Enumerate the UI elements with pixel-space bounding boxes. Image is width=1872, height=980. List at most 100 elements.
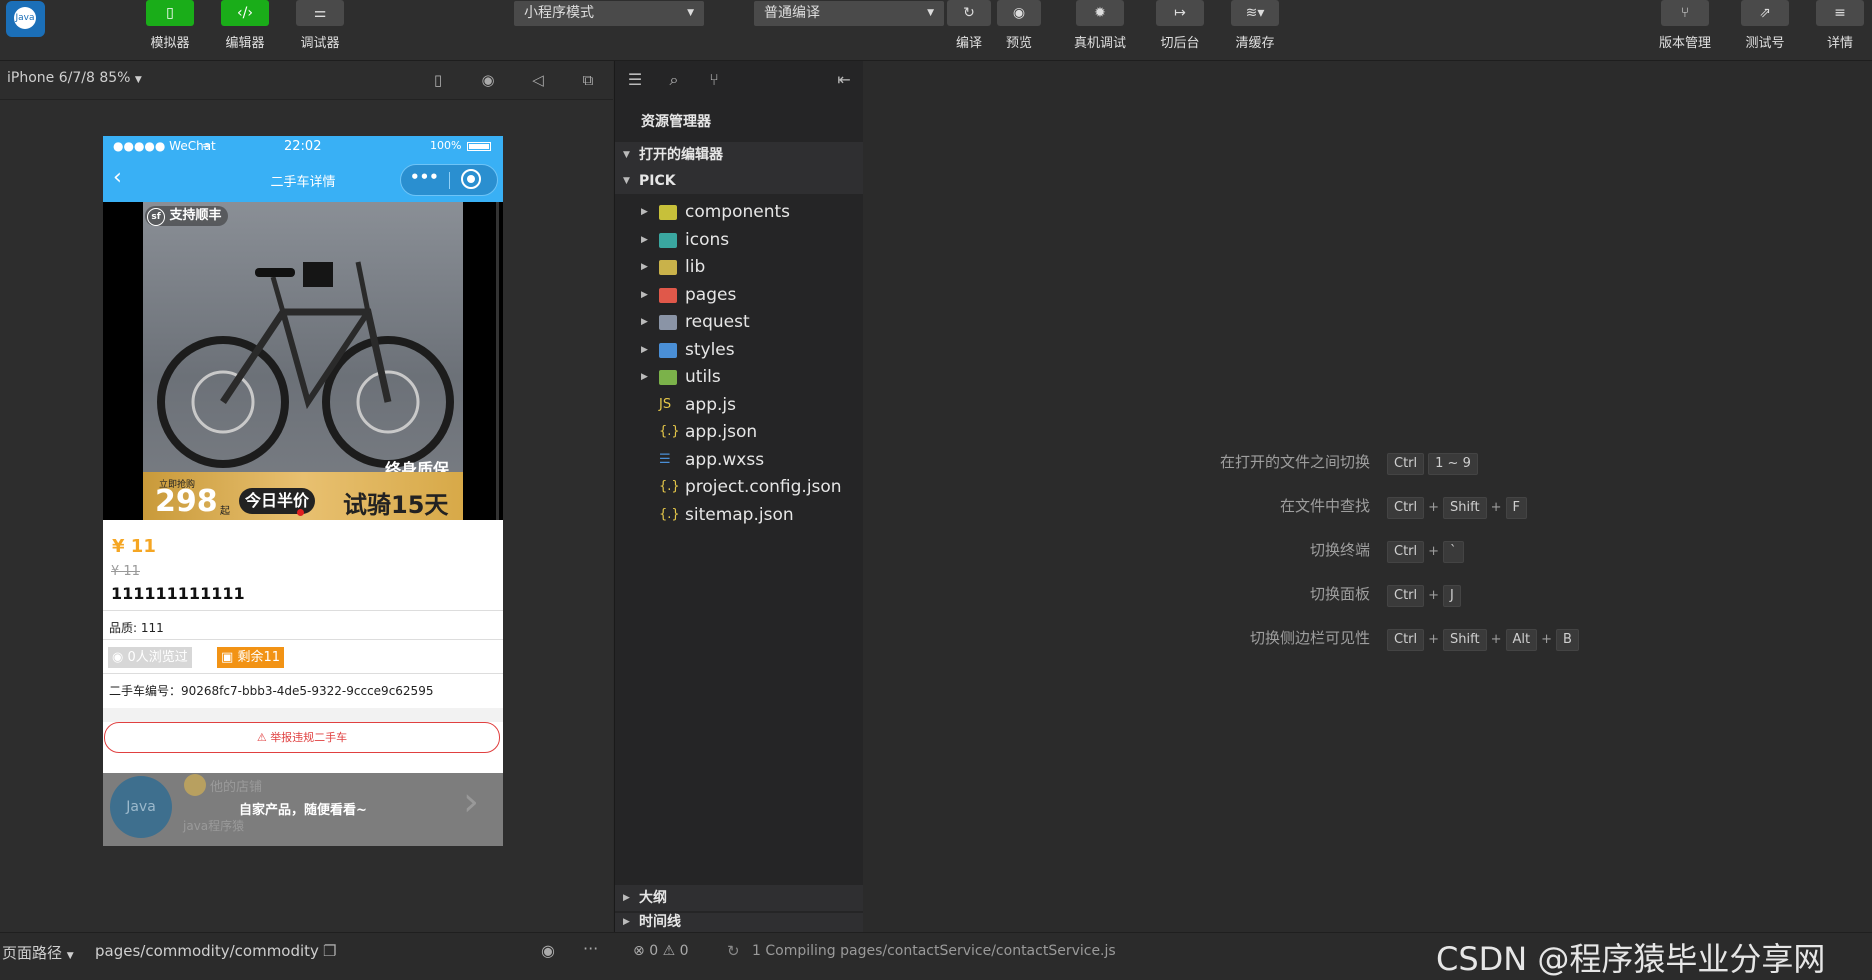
outline-section[interactable]: ▶ 大纲 bbox=[615, 885, 863, 911]
file-item[interactable]: JS app.js bbox=[615, 392, 863, 419]
page-path-select[interactable]: 页面路径 ▼ bbox=[2, 942, 74, 963]
error-count[interactable]: ⊗ 0 ⚠ 0 bbox=[633, 943, 689, 959]
shortcut-label: 在打开的文件之间切换 bbox=[1219, 453, 1370, 471]
key-cap: Shift bbox=[1443, 497, 1487, 519]
folder-item[interactable]: ▶ request bbox=[615, 309, 863, 336]
debugger-button[interactable]: ⚌ 调试器 bbox=[290, 0, 350, 60]
list-icon[interactable]: ☰ bbox=[624, 70, 646, 90]
test-account-button[interactable]: ⇗ 测试号 bbox=[1735, 0, 1795, 60]
folder-item[interactable]: ▶ pages bbox=[615, 282, 863, 309]
preview-button[interactable]: ◉ 预览 bbox=[990, 0, 1048, 60]
layers-icon: ≋▾ bbox=[1231, 0, 1279, 26]
project-label: PICK bbox=[639, 173, 676, 189]
version-button[interactable]: ⑂ 版本管理 bbox=[1650, 0, 1720, 60]
divider bbox=[103, 610, 503, 611]
sliders-icon: ⚌ bbox=[296, 0, 344, 26]
copy-icon[interactable]: ❐ bbox=[323, 942, 336, 960]
close-circle-icon[interactable] bbox=[461, 169, 481, 189]
key-cap: Ctrl bbox=[1387, 629, 1425, 651]
chevron-right-icon: ▶ bbox=[641, 234, 648, 245]
file-name: request bbox=[685, 312, 750, 332]
warning-count-value: 0 bbox=[679, 943, 689, 959]
file-item[interactable]: {.} app.json bbox=[615, 419, 863, 446]
page-path: pages/commodity/commodity bbox=[95, 942, 319, 960]
compile-select[interactable]: 普通编译 ▼ bbox=[754, 1, 944, 26]
chevron-right-icon: ▶ bbox=[641, 372, 648, 382]
details-button-label: 详情 bbox=[1826, 36, 1853, 51]
views-badge: ◉ 0人浏览过 bbox=[108, 647, 192, 668]
phone-outline-icon[interactable]: ▯ bbox=[428, 70, 448, 90]
warning-icon: ⚠ bbox=[256, 731, 267, 744]
shop-name: 他的店铺 bbox=[210, 780, 263, 795]
key-separator: + bbox=[1541, 632, 1553, 647]
key-separator: + bbox=[1490, 632, 1502, 647]
clear-cache-button[interactable]: ≋▾ 清缓存 bbox=[1225, 0, 1285, 60]
folder-item[interactable]: ▶ components bbox=[615, 199, 863, 226]
chevron-right-icon: ▶ bbox=[623, 917, 630, 927]
shortcut-hint: 在打开的文件之间切换 Ctrl 1 ~ 9 bbox=[0, 451, 1872, 475]
search-icon[interactable]: ⌕ bbox=[663, 70, 685, 90]
shortcut-hint: 切换侧边栏可见性 Ctrl + Shift + Alt + B bbox=[0, 627, 1872, 651]
folder-item[interactable]: ▶ icons bbox=[615, 227, 863, 254]
folder-icon bbox=[659, 260, 677, 275]
capsule-button[interactable]: ••• bbox=[400, 164, 498, 196]
code-icon: ‹/› bbox=[221, 0, 269, 26]
key-cap: Ctrl bbox=[1387, 453, 1425, 475]
file-name: app.json bbox=[685, 422, 758, 442]
error-icon: ⊗ bbox=[633, 943, 645, 959]
key-separator: + bbox=[1428, 632, 1440, 647]
folder-item[interactable]: ▶ styles bbox=[615, 337, 863, 364]
timeline-label: 时间线 bbox=[639, 914, 681, 930]
branch-icon[interactable]: ⑂ bbox=[703, 70, 725, 90]
folder-icon bbox=[659, 287, 677, 303]
open-editors-section[interactable]: ▼ 打开的编辑器 bbox=[615, 142, 863, 168]
key-separator: + bbox=[1490, 500, 1502, 515]
volume-icon[interactable]: ◁ bbox=[528, 70, 548, 90]
carrier-label: ●●●●● WeChat bbox=[113, 139, 216, 153]
popout-icon[interactable]: ⧉ bbox=[578, 70, 598, 90]
mode-select[interactable]: 小程序模式 ▼ bbox=[514, 1, 704, 26]
file-name: pages bbox=[685, 284, 737, 305]
top-toolbar: Java ▯ 模拟器 ‹/› 编辑器 ⚌ 调试器 小程序模式 ▼ 普通编译 ▼ … bbox=[0, 0, 1872, 61]
folder-icon bbox=[659, 342, 677, 358]
report-button[interactable]: ⚠ 举报违规二手车 bbox=[104, 722, 500, 753]
timeline-section[interactable]: ▶ 时间线 bbox=[615, 913, 863, 932]
switch-icon: ↦ bbox=[1156, 0, 1204, 26]
folder-item[interactable]: ▶ utils bbox=[615, 364, 863, 391]
background-button[interactable]: ↦ 切后台 bbox=[1150, 0, 1210, 60]
shortcut-label: 切换面板 bbox=[1309, 585, 1370, 603]
old-price: ¥ 11 bbox=[111, 564, 140, 579]
shop-card[interactable]: Java 他的店铺 java程序猿 › 自家产品，随便看看~ bbox=[103, 773, 503, 846]
record-icon[interactable]: ◉ bbox=[478, 70, 498, 90]
details-button[interactable]: ≡ 详情 bbox=[1810, 0, 1870, 60]
project-section[interactable]: ▼ PICK bbox=[615, 168, 863, 194]
sf-logo-icon: sf bbox=[147, 208, 165, 226]
simulator-button[interactable]: ▯ 模拟器 bbox=[140, 0, 200, 60]
key-cap: F bbox=[1505, 497, 1527, 519]
eye-icon: ◉ bbox=[997, 0, 1041, 26]
eye-icon[interactable]: ◉ bbox=[541, 941, 555, 960]
eye-icon: ◉ bbox=[112, 650, 124, 665]
chevron-down-icon: ▼ bbox=[623, 150, 630, 160]
key-cap: Ctrl bbox=[1387, 497, 1425, 519]
branch-icon: ⑂ bbox=[1661, 0, 1709, 26]
stock-badge: ▣ 剩余11 bbox=[217, 647, 284, 668]
phone-nav-bar: ‹ 二手车详情 ••• bbox=[103, 158, 503, 202]
more-icon[interactable]: ••• bbox=[410, 168, 439, 186]
box-icon: ▣ bbox=[221, 650, 234, 665]
device-select[interactable]: iPhone 6/7/8 85% ▼ bbox=[7, 70, 142, 86]
key-cap: Ctrl bbox=[1387, 541, 1425, 563]
file-name: styles bbox=[685, 339, 735, 360]
sf-badge-text: 支持顺丰 bbox=[169, 208, 222, 223]
refresh-icon: ↻ bbox=[947, 0, 991, 26]
shortcut-hint: 切换面板 Ctrl + J bbox=[0, 583, 1872, 607]
bug-icon: ✹ bbox=[1076, 0, 1124, 26]
more-icon[interactable]: ··· bbox=[583, 939, 598, 958]
editor-button[interactable]: ‹/› 编辑器 bbox=[215, 0, 275, 60]
folder-item[interactable]: ▶ lib bbox=[615, 254, 863, 281]
battery-icon bbox=[467, 142, 491, 151]
time-label: 22:02 bbox=[284, 139, 322, 154]
remote-debug-button[interactable]: ✹ 真机调试 bbox=[1065, 0, 1135, 60]
file-name: app.js bbox=[685, 394, 736, 415]
collapse-sidebar-icon[interactable]: ⇤ bbox=[833, 70, 855, 90]
